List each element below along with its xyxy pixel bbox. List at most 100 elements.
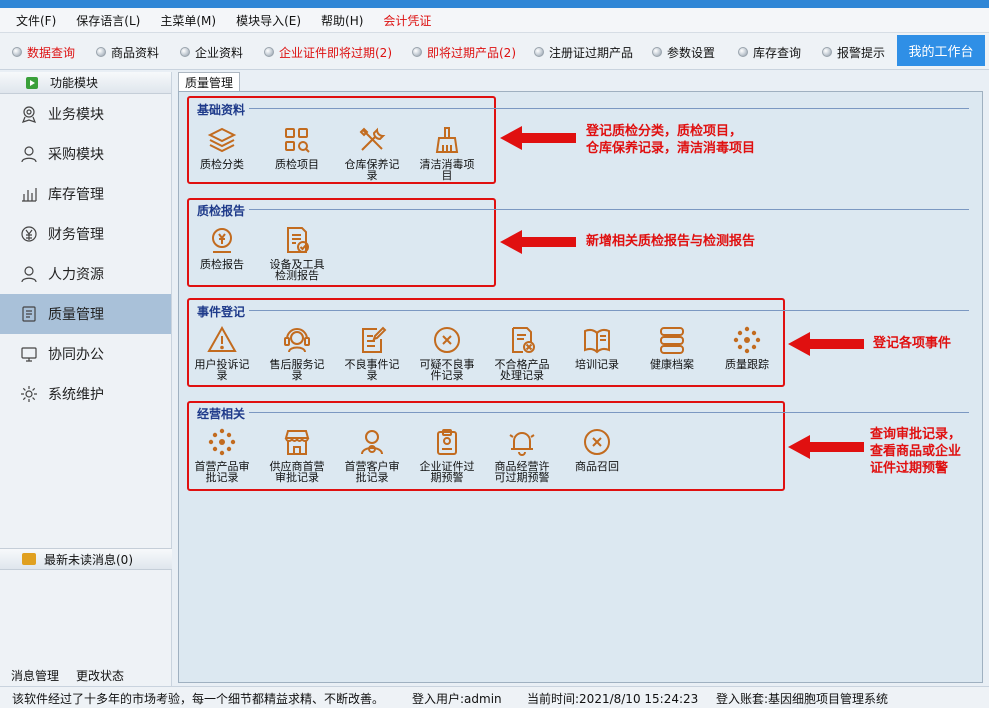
menu-bar: 文件(F) 保存语言(L) 主菜单(M) 模块导入(E) 帮助(H) 会计凭证 [0, 8, 989, 32]
unread-messages[interactable]: 最新未读消息(0) [0, 548, 172, 570]
quality-content-panel: 基础资料 质检分类 质检项目 仓库保养记录 清洁消毒项目 质检报告 质检报告 设… [178, 91, 983, 683]
toolbar-data-query[interactable]: 数据查询 [12, 33, 75, 71]
status-slogan: 该软件经过了十多年的市场考验，每一个细节都精益求精、不断改善。 [12, 692, 385, 706]
radio-dot-icon [412, 47, 422, 57]
toolbar-alarm[interactable]: 报警提示 [822, 33, 885, 71]
item-first-product-approval[interactable]: 首营产品审批记录 [187, 427, 257, 483]
annotation-note: 新增相关质检报告与检测报告 [586, 234, 756, 249]
group-title: 事件登记 [197, 305, 246, 319]
menu-help[interactable]: 帮助(H) [311, 12, 373, 29]
status-bar: 该软件经过了十多年的市场考验，每一个细节都精益求精、不断改善。 登入用户:adm… [0, 686, 989, 708]
sidebar-item-office[interactable]: 协同办公 [0, 334, 171, 374]
item-qc-category[interactable]: 质检分类 [187, 125, 257, 170]
item-first-customer-approval[interactable]: 首营客户审批记录 [337, 427, 407, 483]
radio-dot-icon [534, 47, 544, 57]
dots-cluster-icon [208, 428, 236, 456]
item-equipment-report[interactable]: 设备及工具检测报告 [262, 225, 332, 281]
item-health-records[interactable]: 健康档案 [637, 325, 707, 370]
toolbar-license-expiring[interactable]: 企业证件即将过期(2) [264, 33, 392, 71]
group-divider [249, 310, 969, 311]
item-quality-tracking[interactable]: 质量跟踪 [712, 325, 782, 370]
dots-cluster-icon [733, 326, 761, 354]
play-icon [26, 77, 38, 89]
status-time: 当前时间:2021/8/10 15:24:23 [527, 692, 699, 706]
sidebar-item-inventory[interactable]: 库存管理 [0, 174, 171, 214]
toolbar-settings[interactable]: 参数设置 [652, 33, 715, 71]
money-icon [21, 226, 37, 242]
item-nonconforming[interactable]: 不合格产品处理记录 [487, 325, 557, 381]
item-supplier-approval[interactable]: 供应商首营审批记录 [262, 427, 332, 483]
item-user-complaint[interactable]: 用户投诉记录 [187, 325, 257, 381]
item-after-sales[interactable]: 售后服务记录 [262, 325, 332, 381]
annotation-note: 登记各项事件 [873, 336, 952, 351]
change-status-link[interactable]: 更改状态 [76, 667, 124, 684]
status-account: 登入账套:基因细胞项目管理系统 [716, 692, 889, 706]
status-user: 登入用户:admin [412, 692, 502, 706]
my-workbench-button[interactable]: 我的工作台 [897, 35, 985, 66]
chart-icon [22, 188, 37, 202]
person-icon [21, 146, 37, 163]
item-qc-report[interactable]: 质检报告 [187, 225, 257, 270]
tools-icon [359, 127, 386, 151]
report-coin-icon [212, 228, 232, 253]
radio-dot-icon [738, 47, 748, 57]
toolbar-registration-expired[interactable]: 注册证过期产品 [534, 33, 633, 71]
annotation-note: 查询审批记录， 查看商品或企业 证件过期预警 [870, 427, 962, 476]
sidebar-item-business[interactable]: 业务模块 [0, 94, 171, 134]
menu-save-language[interactable]: 保存语言(L) [66, 12, 150, 29]
customer-icon [361, 430, 383, 455]
tab-quality-management[interactable]: 质量管理 [178, 72, 241, 92]
person-icon [21, 266, 37, 283]
close-circle-icon [584, 429, 610, 455]
item-business-license-warning[interactable]: 商品经营许可过期预警 [487, 427, 557, 483]
item-warehouse-maintenance[interactable]: 仓库保养记录 [337, 125, 407, 181]
sidebar-item-finance[interactable]: 财务管理 [0, 214, 171, 254]
item-training[interactable]: 培训记录 [562, 325, 632, 370]
menu-module-import[interactable]: 模块导入(E) [226, 12, 311, 29]
sidebar-bottom-links: 消息管理 更改状态 [0, 664, 172, 686]
group-divider [249, 412, 969, 413]
menu-main[interactable]: 主菜单(M) [150, 12, 226, 29]
grid-search-icon [285, 128, 310, 153]
document-check-icon [287, 227, 309, 253]
sidebar-item-hr[interactable]: 人力资源 [0, 254, 171, 294]
group-title: 基础资料 [197, 103, 246, 117]
toolbar-product-info[interactable]: 商品资料 [96, 33, 159, 71]
menu-file[interactable]: 文件(F) [6, 12, 66, 29]
toolbar-products-expiring[interactable]: 即将过期产品(2) [412, 33, 516, 71]
close-circle-icon [434, 327, 460, 353]
edit-document-icon [362, 326, 387, 353]
business-icon [21, 106, 37, 123]
radio-dot-icon [822, 47, 832, 57]
sidebar-item-purchase[interactable]: 采购模块 [0, 134, 171, 174]
database-icon [660, 327, 684, 354]
headset-icon [284, 328, 310, 353]
sidebar-item-system[interactable]: 系统维护 [0, 374, 171, 414]
group-title: 经营相关 [197, 407, 246, 421]
message-management-link[interactable]: 消息管理 [11, 667, 59, 684]
group-title: 质检报告 [197, 204, 246, 218]
item-cleaning-disinfection[interactable]: 清洁消毒项目 [412, 125, 482, 181]
item-qc-project[interactable]: 质检项目 [262, 125, 332, 170]
clipboard-icon [437, 429, 457, 455]
layers-icon [207, 127, 237, 153]
gear-icon [21, 386, 37, 402]
document-icon [22, 306, 36, 322]
radio-dot-icon [96, 47, 106, 57]
document-reject-icon [512, 327, 535, 353]
sidebar-header: 功能模块 [0, 72, 171, 94]
annotation-arrow [788, 435, 864, 459]
item-adverse-event[interactable]: 不良事件记录 [337, 325, 407, 381]
group-divider [249, 209, 969, 210]
item-license-expiry-warning[interactable]: 企业证件过期预警 [412, 427, 482, 483]
toolbar-company-info[interactable]: 企业资料 [180, 33, 243, 71]
item-product-recall[interactable]: 商品召回 [562, 427, 632, 472]
book-icon [584, 328, 610, 354]
sidebar-item-quality[interactable]: 质量管理 [0, 294, 171, 334]
menu-accounting-voucher[interactable]: 会计凭证 [373, 12, 441, 29]
item-suspected-adverse[interactable]: 可疑不良事件记录 [412, 325, 482, 381]
toolbar-inventory-query[interactable]: 库存查询 [738, 33, 801, 71]
radio-dot-icon [652, 47, 662, 57]
title-bar [0, 0, 989, 8]
warning-icon [207, 325, 237, 352]
